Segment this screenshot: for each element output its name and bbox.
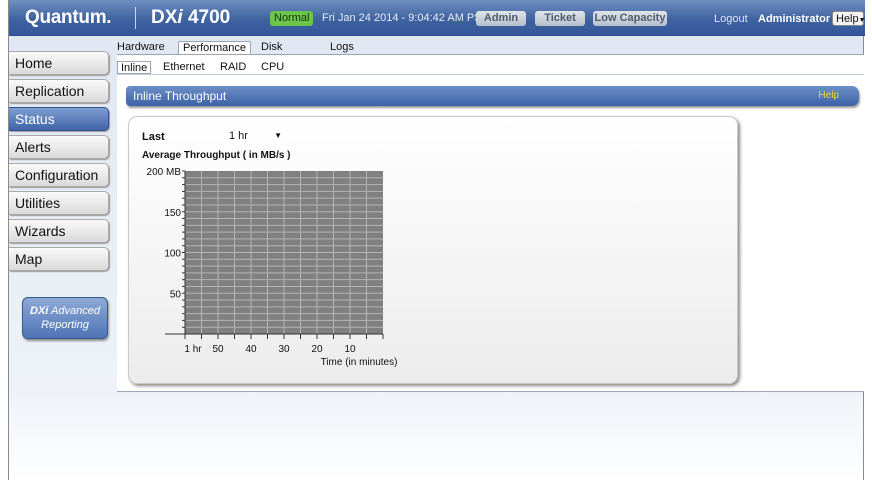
sidebar-item-wizards[interactable]: Wizards: [9, 219, 109, 243]
chevron-down-icon: ▼: [274, 131, 282, 140]
x-tick-label: 1 hr: [184, 344, 202, 355]
header-divider: [135, 7, 136, 29]
sidebar-nav: Home Replication Status Alerts Configura…: [9, 51, 113, 275]
x-tick-label: 10: [344, 344, 356, 355]
last-label: Last: [142, 131, 165, 143]
x-tick-label: 30: [278, 344, 290, 355]
last-period-value: 1 hr: [229, 130, 248, 142]
throughput-chart: 200 MB 150 100 50 1 hr 50 40 30 20 10 Time (in min…: [147, 167, 398, 368]
y-tick-label: 200 MB: [147, 167, 182, 178]
x-tick-label: 20: [311, 344, 323, 355]
tab-performance[interactable]: Performance: [178, 41, 251, 55]
model-number: 4700: [182, 7, 231, 28]
quantum-logo: Quantum.: [25, 7, 112, 28]
tab-divider: [117, 74, 864, 75]
product-model: DXi 4700: [151, 7, 230, 29]
tab-disk-usage[interactable]: Disk Usage: [261, 41, 293, 66]
tab-cpu[interactable]: CPU: [261, 61, 284, 74]
reporting-label: Reporting: [41, 319, 89, 331]
dxi-advanced-reporting-button[interactable]: DXi Advanced Reporting: [22, 297, 108, 339]
tab-ethernet[interactable]: Ethernet: [163, 61, 205, 74]
x-axis-label: Time (in minutes): [321, 357, 398, 368]
ticket-button[interactable]: Ticket: [535, 11, 585, 26]
x-tick-label: 40: [245, 344, 257, 355]
help-menu-label: Help: [836, 13, 859, 25]
last-period-select[interactable]: 1 hr ▼: [226, 130, 286, 143]
status-badge[interactable]: Normal: [270, 11, 314, 26]
model-prefix: DX: [151, 7, 178, 28]
tab-raid[interactable]: RAID: [220, 61, 246, 74]
chevron-down-icon: ▼: [858, 17, 866, 24]
advanced-label: Advanced: [48, 305, 100, 317]
y-tick-label: 50: [170, 289, 182, 300]
logout-link[interactable]: Logout: [714, 13, 748, 25]
system-datetime: Fri Jan 24 2014 - 9:04:42 AM PST: [322, 12, 489, 24]
sidebar-item-home[interactable]: Home: [9, 51, 109, 75]
sidebar-item-status[interactable]: Status: [9, 107, 109, 131]
tab-hardware[interactable]: Hardware: [117, 41, 165, 55]
admin-button[interactable]: Admin: [476, 11, 526, 26]
chart-title: Average Throughput ( in MB/s ): [142, 150, 291, 161]
tab-logs[interactable]: Logs: [330, 41, 354, 55]
sidebar-item-configuration[interactable]: Configuration: [9, 163, 109, 187]
sidebar-item-alerts[interactable]: Alerts: [9, 135, 109, 159]
y-tick-label: 150: [164, 208, 181, 219]
main-content: Inline Ethernet RAID CPU Inline Throughp…: [117, 54, 864, 392]
sidebar-item-map[interactable]: Map: [9, 247, 109, 271]
section-help-link[interactable]: Help: [818, 90, 839, 101]
section-header: Inline Throughput Help: [126, 86, 859, 106]
sidebar-item-replication[interactable]: Replication: [9, 79, 109, 103]
low-capacity-button[interactable]: Low Capacity: [593, 11, 667, 26]
help-menu[interactable]: Help▼: [832, 11, 866, 26]
top-header-bar: Quantum. DXi 4700 Normal Fri Jan 24 2014…: [9, 0, 866, 36]
app-window: Quantum. DXi 4700 Normal Fri Jan 24 2014…: [8, 0, 866, 480]
current-user: Administrator: [758, 13, 831, 25]
dxi-label: DXi: [30, 305, 49, 317]
sidebar-item-utilities[interactable]: Utilities: [9, 191, 109, 215]
throughput-panel: Last 1 hr ▼ Average Throughput ( in MB/s…: [128, 116, 738, 384]
x-tick-label: 50: [212, 344, 224, 355]
y-tick-label: 100: [164, 249, 181, 260]
section-title: Inline Throughput: [133, 89, 227, 103]
tab-inline[interactable]: Inline: [117, 61, 152, 74]
